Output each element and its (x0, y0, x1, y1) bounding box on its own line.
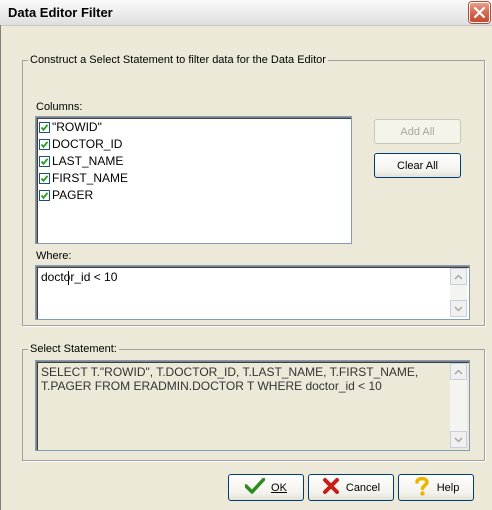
checkmark-icon (244, 477, 266, 497)
check-icon (40, 140, 49, 148)
where-scrollbar[interactable] (450, 268, 467, 317)
window-title: Data Editor Filter (8, 5, 113, 20)
add-all-button[interactable]: Add All (374, 119, 461, 144)
clear-all-label: Clear All (397, 159, 438, 172)
scroll-up-button[interactable] (450, 268, 467, 285)
where-label: Where: (36, 250, 72, 262)
window-frame (0, 25, 1, 510)
list-item[interactable]: LAST_NAME (39, 153, 123, 169)
columns-label: Columns: (36, 101, 83, 113)
x-icon (322, 478, 340, 497)
chevron-up-icon (454, 368, 463, 375)
column-label: LAST_NAME (52, 154, 124, 168)
text-caret (68, 271, 69, 285)
column-label: PAGER (52, 188, 94, 202)
cancel-label: Cancel (345, 481, 381, 494)
ok-label: OK (271, 482, 287, 494)
where-text: doctor_id < 10 (41, 270, 118, 284)
checkbox[interactable] (39, 172, 50, 184)
ok-button[interactable]: OK (228, 474, 304, 501)
list-item[interactable]: FIRST_NAME (39, 170, 128, 186)
title-bar[interactable]: Data Editor Filter (0, 0, 492, 26)
column-label: FIRST_NAME (52, 171, 129, 185)
close-button[interactable] (469, 2, 490, 23)
help-button[interactable]: Help (398, 474, 474, 501)
check-icon (40, 157, 49, 165)
checkbox[interactable] (39, 189, 50, 201)
question-icon (413, 476, 431, 499)
checkbox[interactable] (39, 155, 50, 167)
chevron-up-icon (454, 273, 463, 280)
select-statement-line2: T.PAGER FROM ERADMIN.DOCTOR T WHERE doct… (41, 379, 382, 393)
select-statement-textarea: SELECT T."ROWID", T.DOCTOR_ID, T.LAST_NA… (35, 360, 470, 451)
ok-label-text: OK (271, 481, 287, 494)
checkbox[interactable] (39, 121, 50, 133)
scroll-down-button[interactable] (450, 431, 467, 448)
check-icon (40, 123, 49, 131)
list-item[interactable]: "ROWID" (39, 119, 102, 135)
column-label: DOCTOR_ID (52, 137, 123, 151)
select-statement-legend: Select Statement: (28, 343, 119, 355)
scroll-up-button[interactable] (450, 363, 467, 380)
list-item[interactable]: DOCTOR_ID (39, 136, 122, 152)
column-label: "ROWID" (52, 120, 102, 134)
chevron-down-icon (454, 305, 463, 312)
check-icon (40, 174, 49, 182)
close-icon (474, 7, 485, 18)
cancel-button[interactable]: Cancel (308, 474, 394, 501)
clear-all-button[interactable]: Clear All (374, 153, 461, 178)
columns-listbox[interactable]: "ROWID" DOCTOR_ID LAST_NAME FIRST_NAME P… (35, 116, 352, 244)
select-statement-line1: SELECT T."ROWID", T.DOCTOR_ID, T.LAST_NA… (41, 365, 419, 379)
help-label: Help (436, 481, 460, 494)
add-all-label: Add All (400, 125, 435, 138)
scroll-down-button[interactable] (450, 300, 467, 317)
list-item[interactable]: PAGER (39, 187, 93, 203)
chevron-down-icon (454, 436, 463, 443)
construct-group-legend: Construct a Select Statement to filter d… (28, 54, 328, 66)
select-statement-scrollbar[interactable] (450, 363, 467, 448)
where-textarea[interactable]: doctor_id < 10 (35, 265, 470, 320)
check-icon (40, 191, 49, 199)
checkbox[interactable] (39, 138, 50, 150)
